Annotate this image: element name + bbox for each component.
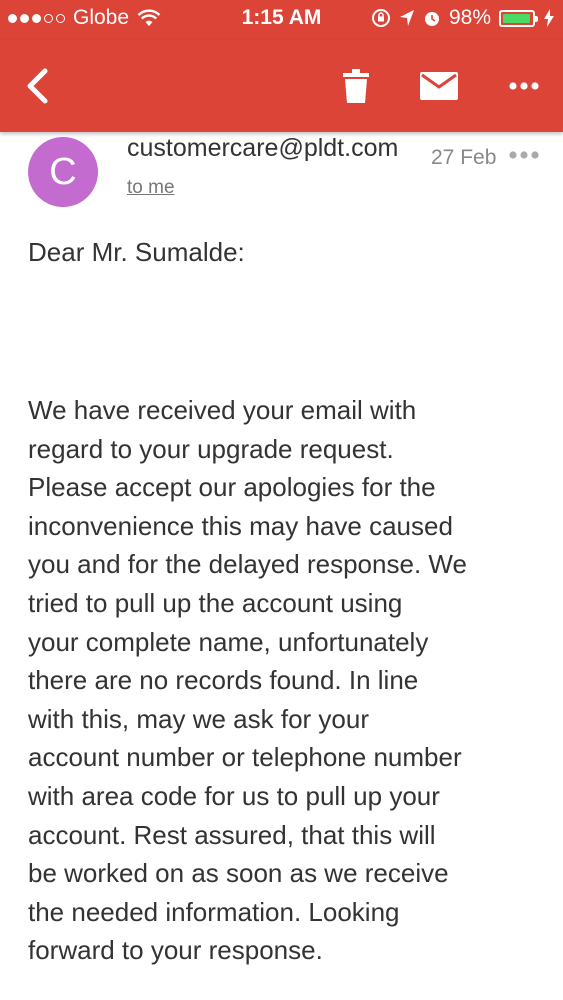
battery-percent: 98% (448, 6, 491, 29)
trash-icon (343, 69, 369, 103)
sender-email: customercare@pldt.com (127, 134, 399, 162)
recipient-details-link[interactable]: to me (127, 177, 175, 199)
battery-icon (499, 9, 538, 27)
alarm-clock-icon (424, 12, 439, 26)
rotation-lock-icon (371, 9, 390, 27)
status-bar: Globe 1:15 AM 98% (0, 0, 563, 40)
message-more-button[interactable] (508, 147, 540, 165)
email-toolbar (0, 40, 563, 132)
location-arrow-icon (399, 10, 414, 26)
chevron-left-icon (27, 68, 48, 104)
more-horizontal-icon (509, 151, 539, 159)
more-options-button[interactable] (498, 60, 550, 112)
mark-unread-button[interactable] (413, 60, 465, 112)
status-right: 98% (371, 6, 555, 30)
email-date: 27 Feb (431, 146, 497, 169)
back-button[interactable] (12, 60, 64, 112)
email-greeting: Dear Mr. Sumalde: (28, 237, 245, 267)
sender-avatar: C (28, 137, 98, 207)
battery-level (503, 13, 531, 23)
email-body: We have received your email with regard … (28, 395, 467, 966)
envelope-icon (420, 72, 458, 100)
charging-bolt-icon (544, 9, 554, 27)
more-horizontal-icon (509, 82, 539, 90)
delete-button[interactable] (330, 60, 382, 112)
